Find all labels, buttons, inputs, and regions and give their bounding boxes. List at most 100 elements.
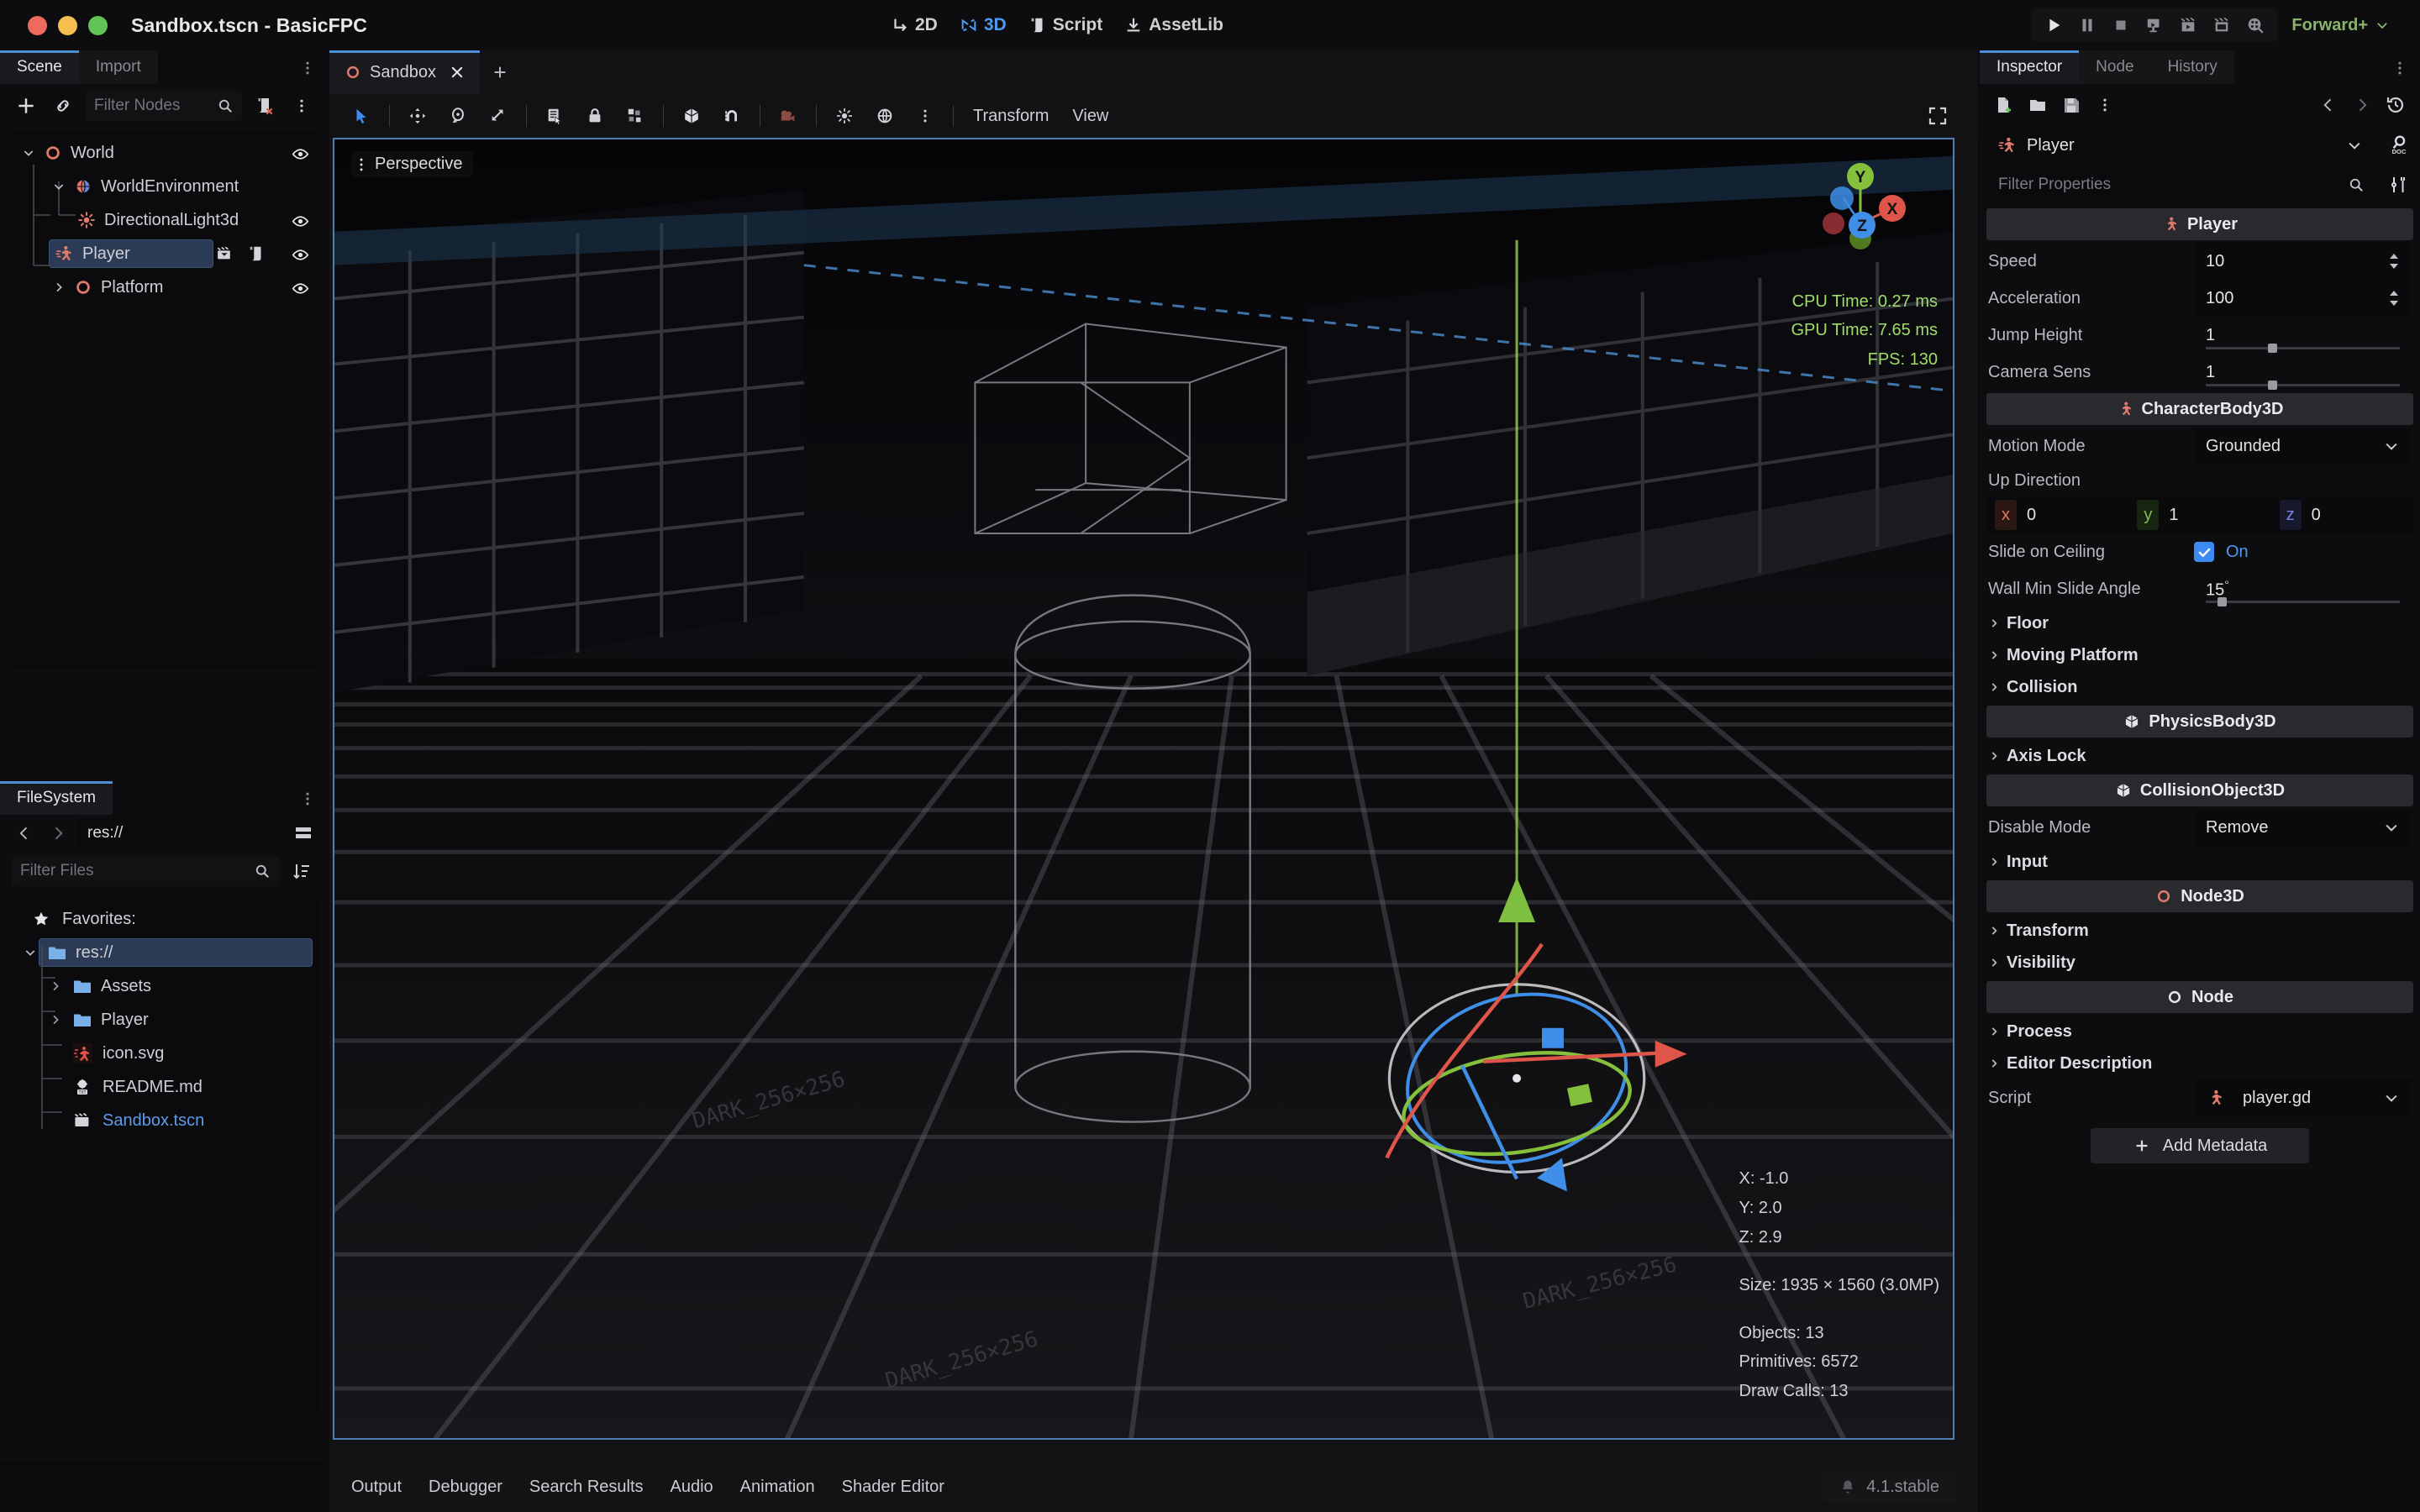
maximize-window-button[interactable] xyxy=(88,15,108,35)
sun-icon[interactable] xyxy=(827,99,862,133)
bottom-tab-shader-editor[interactable]: Shader Editor xyxy=(842,1478,944,1497)
category-characterbody3d[interactable]: CharacterBody3D xyxy=(1986,393,2413,425)
fs-item-icon-svg[interactable]: icon.svg xyxy=(8,1037,319,1070)
cube-snap-icon[interactable] xyxy=(674,99,709,133)
category-node3d[interactable]: Node3D xyxy=(1986,880,2413,912)
play-button[interactable] xyxy=(2037,11,2070,39)
monitor-icon[interactable] xyxy=(2138,11,2171,39)
scene-node-world[interactable]: World xyxy=(8,136,321,170)
up-direction-z-input[interactable]: z 0 xyxy=(2270,496,2413,533)
folder-open-icon[interactable] xyxy=(2023,91,2052,119)
spinner-icon[interactable] xyxy=(2386,290,2402,307)
chevron-down-icon[interactable] xyxy=(52,180,71,193)
open-scene-icon[interactable] xyxy=(215,244,234,263)
fs-item-player[interactable]: Player xyxy=(8,1003,319,1037)
tab-import[interactable]: Import xyxy=(78,50,158,84)
subgroup-collision[interactable]: Collision xyxy=(1980,671,2420,703)
filesystem-tree[interactable]: Favorites: res:// Assets Player icon.svg… xyxy=(8,895,319,1416)
slider-grabber[interactable] xyxy=(2267,344,2277,353)
list-select-button[interactable] xyxy=(537,99,572,133)
sun-env-options-button[interactable] xyxy=(908,99,943,133)
film-reel-icon[interactable] xyxy=(2238,11,2272,39)
group-button[interactable] xyxy=(618,99,653,133)
fs-item-assets[interactable]: Assets xyxy=(8,969,319,1003)
history-icon[interactable] xyxy=(2381,91,2410,119)
filter-files-input[interactable]: Filter Files xyxy=(12,856,279,886)
filesystem-dock-menu-icon[interactable] xyxy=(299,790,316,807)
scene-tree-options-icon[interactable] xyxy=(287,92,316,120)
save-icon[interactable] xyxy=(2057,91,2086,119)
bottom-tab-animation[interactable]: Animation xyxy=(740,1478,815,1497)
tab-inspector[interactable]: Inspector xyxy=(1980,50,2080,84)
category-collisionobject3d[interactable]: CollisionObject3D xyxy=(1986,774,2413,806)
scene-node-player[interactable]: Player xyxy=(8,237,321,270)
visibility-toggle-icon[interactable] xyxy=(292,213,309,230)
tab-scene[interactable]: Scene xyxy=(0,50,79,84)
pause-button[interactable] xyxy=(2070,11,2104,39)
tab-3d[interactable]: 3D xyxy=(960,15,1007,35)
tools-icon[interactable] xyxy=(2385,171,2413,199)
version-status[interactable]: 4.1.stable xyxy=(1823,1472,1956,1502)
inspector-back-button[interactable] xyxy=(2314,91,2343,119)
scale-mode-button[interactable] xyxy=(481,99,516,133)
close-icon[interactable] xyxy=(450,65,465,80)
category-node[interactable]: Node xyxy=(1986,981,2413,1013)
scene-node-platform[interactable]: Platform xyxy=(8,270,321,304)
fs-item-sandbox-tscn[interactable]: Sandbox.tscn xyxy=(8,1104,319,1137)
inspector-dock-menu-icon[interactable] xyxy=(2391,60,2408,76)
subgroup-input[interactable]: Input xyxy=(1980,846,2420,878)
chevron-right-icon[interactable] xyxy=(49,1013,67,1026)
chevron-right-icon[interactable] xyxy=(49,979,67,993)
bottom-tab-output[interactable]: Output xyxy=(351,1478,402,1497)
filter-properties-input[interactable]: Filter Properties xyxy=(1988,168,2375,202)
stop-button[interactable] xyxy=(2104,11,2138,39)
bottom-tab-debugger[interactable]: Debugger xyxy=(429,1478,502,1497)
clapper-play-icon[interactable] xyxy=(2171,11,2205,39)
visibility-toggle-icon[interactable] xyxy=(292,280,309,297)
expand-icon[interactable] xyxy=(1920,99,1955,133)
clapper-icon[interactable] xyxy=(2205,11,2238,39)
slide-on-ceiling-checkbox[interactable] xyxy=(2194,542,2214,562)
move-mode-button[interactable] xyxy=(400,99,435,133)
visibility-toggle-icon[interactable] xyxy=(292,246,309,264)
inspector-forward-button[interactable] xyxy=(2348,91,2376,119)
split-view-icon[interactable] xyxy=(289,819,318,848)
script-selector[interactable]: player.gd xyxy=(2194,1079,2412,1116)
camera-sens-slider[interactable]: 1 xyxy=(2194,354,2412,391)
category-physicsbody3d[interactable]: PhysicsBody3D xyxy=(1986,706,2413,738)
wall-min-slide-angle-slider[interactable]: 15° xyxy=(2194,570,2412,607)
chevron-down-icon[interactable] xyxy=(24,946,42,959)
tab-node[interactable]: Node xyxy=(2079,50,2151,84)
fs-forward-button[interactable] xyxy=(44,819,72,848)
acceleration-input[interactable]: 100 xyxy=(2194,280,2412,317)
camera-icon[interactable] xyxy=(771,99,806,133)
perspective-menu[interactable]: Perspective xyxy=(351,151,473,177)
minimize-window-button[interactable] xyxy=(58,15,77,35)
view-menu-button[interactable]: View xyxy=(1060,107,1120,126)
scene-dock-menu-icon[interactable] xyxy=(299,60,316,76)
rotate-mode-button[interactable] xyxy=(440,99,476,133)
transform-menu-button[interactable]: Transform xyxy=(961,107,1060,126)
open-docs-icon[interactable]: DOC xyxy=(2385,130,2413,159)
fs-item-readme-md[interactable]: TXT README.md xyxy=(8,1070,319,1104)
speed-input[interactable]: 10 xyxy=(2194,243,2412,280)
slider-track[interactable] xyxy=(2206,381,2400,390)
slider-track[interactable] xyxy=(2206,344,2400,353)
select-mode-button[interactable] xyxy=(344,99,379,133)
subgroup-transform[interactable]: Transform xyxy=(1980,915,2420,947)
subgroup-editor-description[interactable]: Editor Description xyxy=(1980,1047,2420,1079)
inspector-menu-icon[interactable] xyxy=(2091,91,2119,119)
add-node-button[interactable] xyxy=(12,92,40,120)
tab-assetlib[interactable]: AssetLib xyxy=(1124,15,1223,35)
open-script-icon[interactable] xyxy=(247,244,266,263)
bottom-tab-search-results[interactable]: Search Results xyxy=(529,1478,644,1497)
category-player[interactable]: Player xyxy=(1986,208,2413,240)
subgroup-moving-platform[interactable]: Moving Platform xyxy=(1980,639,2420,671)
up-direction-x-input[interactable]: x 0 xyxy=(1986,496,2129,533)
filter-nodes-input[interactable]: Filter Nodes xyxy=(86,91,242,121)
subgroup-process[interactable]: Process xyxy=(1980,1016,2420,1047)
bottom-tab-audio[interactable]: Audio xyxy=(671,1478,713,1497)
chevron-right-icon[interactable] xyxy=(52,281,71,294)
disable-mode-dropdown[interactable]: Remove xyxy=(2194,809,2412,846)
tab-filesystem[interactable]: FileSystem xyxy=(0,781,113,815)
